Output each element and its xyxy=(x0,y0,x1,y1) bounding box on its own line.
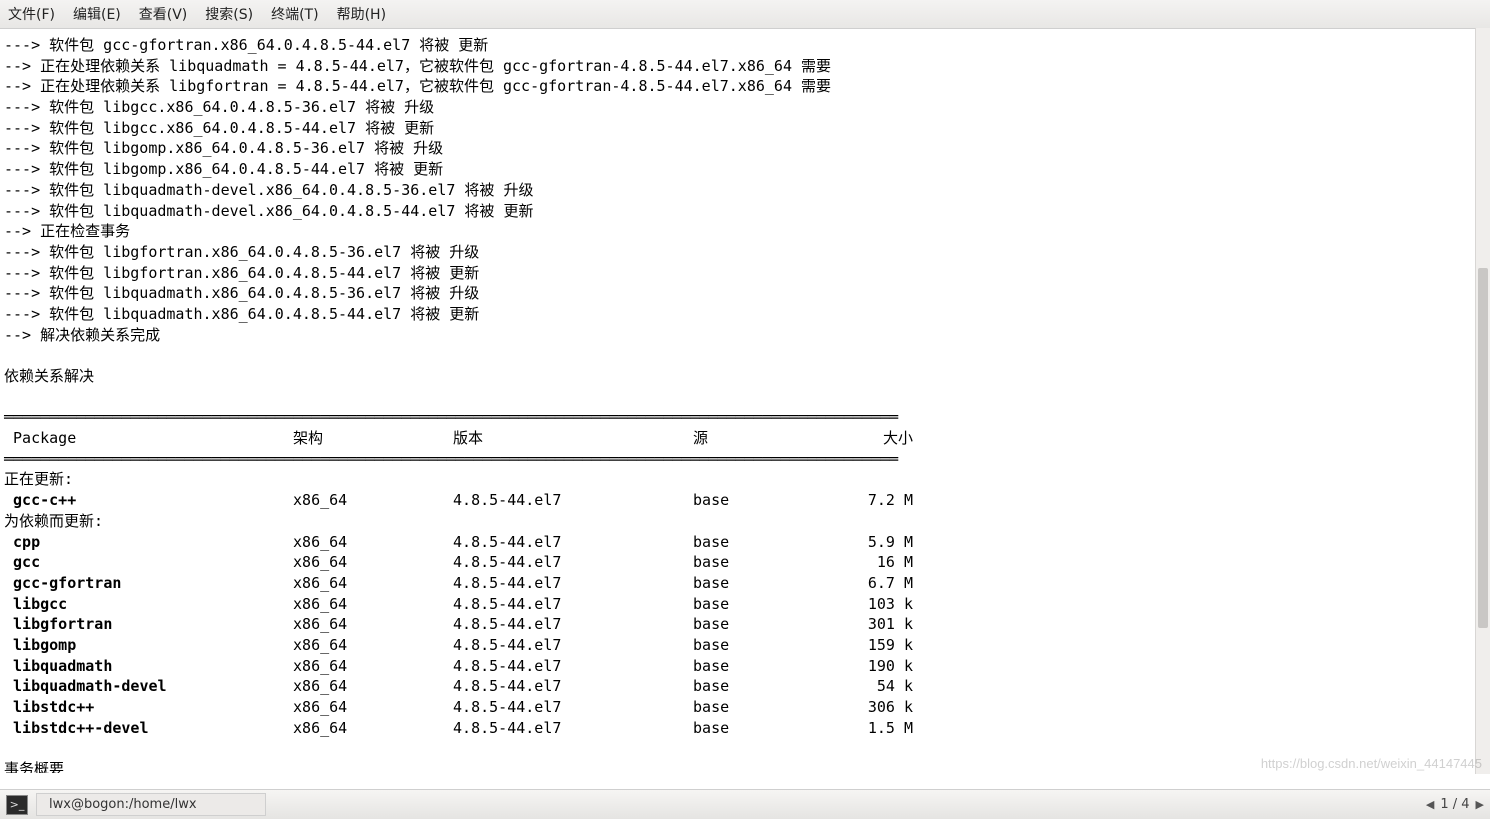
pager-prev-icon[interactable]: ◀ xyxy=(1426,798,1434,811)
menu-search[interactable]: 搜索(S) xyxy=(205,4,253,24)
menu-help[interactable]: 帮助(H) xyxy=(337,4,386,24)
workspace-pager[interactable]: ◀ 1 / 4 ▶ xyxy=(1426,797,1484,812)
terminal-icon[interactable]: >_ xyxy=(6,795,28,815)
taskbar-window-button[interactable]: lwx@bogon:/home/lwx xyxy=(36,793,266,816)
menu-file[interactable]: 文件(F) xyxy=(8,4,55,24)
scrollbar-thumb[interactable] xyxy=(1478,268,1488,628)
pager-label: 1 / 4 xyxy=(1440,797,1469,812)
menu-edit[interactable]: 编辑(E) xyxy=(73,4,121,24)
pager-next-icon[interactable]: ▶ xyxy=(1476,798,1484,811)
menu-terminal[interactable]: 终端(T) xyxy=(271,4,318,24)
taskbar: >_ lwx@bogon:/home/lwx ◀ 1 / 4 ▶ xyxy=(0,789,1490,819)
vertical-scrollbar[interactable] xyxy=(1475,28,1490,774)
terminal-output[interactable]: ---> 软件包 gcc-gfortran.x86_64.0.4.8.5-44.… xyxy=(0,29,1490,773)
menu-view[interactable]: 查看(V) xyxy=(139,4,188,24)
menubar: 文件(F) 编辑(E) 查看(V) 搜索(S) 终端(T) 帮助(H) xyxy=(0,0,1490,29)
